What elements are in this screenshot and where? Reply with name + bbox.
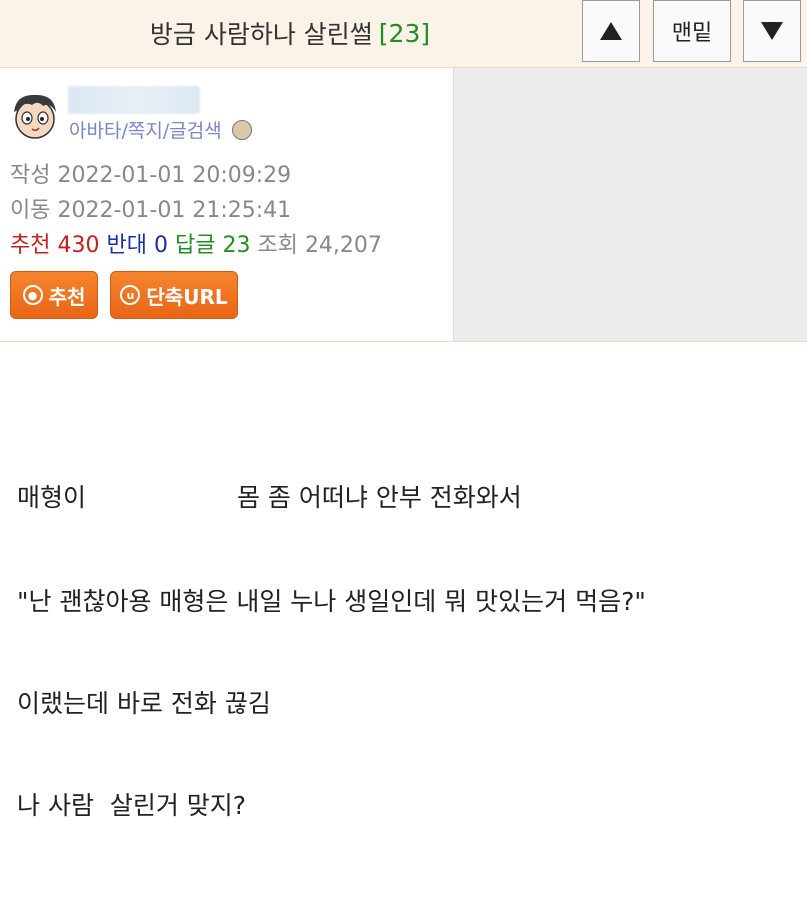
post-line: 이랬는데 바로 전화 끊김 bbox=[17, 689, 271, 718]
written-date: 2022-01-01 20:09:29 bbox=[57, 163, 292, 188]
stats-row: 추천 430 반대 0 답글 23 조회 24,207 bbox=[10, 227, 382, 259]
recommend-button-label: 추천 bbox=[48, 284, 86, 309]
oppose-count: 0 bbox=[153, 233, 168, 258]
scroll-up-button[interactable] bbox=[582, 0, 640, 62]
written-label: 작성 bbox=[10, 163, 51, 188]
oppose-label: 반대 bbox=[106, 233, 147, 258]
message-link[interactable]: 쪽지 bbox=[128, 120, 163, 142]
level-badge-icon bbox=[231, 119, 252, 140]
scroll-bottom-label: 맨밑 bbox=[671, 21, 713, 46]
avatar[interactable] bbox=[10, 90, 60, 140]
author-links: 아바타/쪽지/글검색 bbox=[69, 116, 252, 143]
moved-date-row: 이동 2022-01-01 21:25:41 bbox=[10, 192, 291, 224]
replies-count: 23 bbox=[222, 233, 251, 258]
recommend-count: 430 bbox=[57, 233, 100, 258]
url-icon: u bbox=[120, 285, 141, 305]
post-title: 방금 사람하나 살린썰 [23] bbox=[0, 0, 580, 66]
views-count: 24,207 bbox=[304, 233, 382, 258]
post-line: 매형이 몸 좀 어떠냐 안부 전화와서 bbox=[17, 483, 522, 512]
post-search-link[interactable]: 글검색 bbox=[169, 120, 221, 142]
written-date-row: 작성 2022-01-01 20:09:29 bbox=[10, 157, 291, 189]
avatar-link[interactable]: 아바타 bbox=[69, 120, 121, 142]
top-bar: 방금 사람하나 살린썰 [23] 맨밑 bbox=[0, 0, 807, 68]
moved-label: 이동 bbox=[10, 198, 51, 223]
short-url-button[interactable]: u 단축URL bbox=[110, 271, 238, 319]
replies-label: 답글 bbox=[174, 233, 216, 258]
scroll-bottom-button[interactable]: 맨밑 bbox=[653, 0, 731, 62]
scroll-down-button[interactable] bbox=[743, 0, 801, 62]
ad-placeholder bbox=[453, 68, 807, 341]
post-line: 나 사람 살린거 맞지? bbox=[17, 791, 247, 820]
arrow-down-icon bbox=[761, 22, 783, 40]
views-label: 조회 bbox=[257, 233, 298, 258]
post-info-panel: 아바타/쪽지/글검색 작성 2022-01-01 20:09:29 이동 202… bbox=[0, 68, 807, 342]
recommend-button[interactable]: ● 추천 bbox=[10, 271, 98, 319]
author-name-redacted bbox=[68, 86, 200, 114]
short-url-button-label: 단축URL bbox=[146, 284, 228, 309]
moved-date: 2022-01-01 21:25:41 bbox=[57, 198, 292, 223]
post-title-text: 방금 사람하나 살린썰 bbox=[149, 20, 373, 49]
arrow-up-icon bbox=[600, 22, 622, 40]
target-icon: ● bbox=[22, 285, 43, 305]
reply-count: [23] bbox=[378, 18, 431, 48]
recommend-label: 추천 bbox=[10, 233, 51, 258]
post-line: "난 괜찮아용 매형은 내일 누나 생일인데 뭐 맛있는거 먹음?" bbox=[17, 587, 646, 616]
